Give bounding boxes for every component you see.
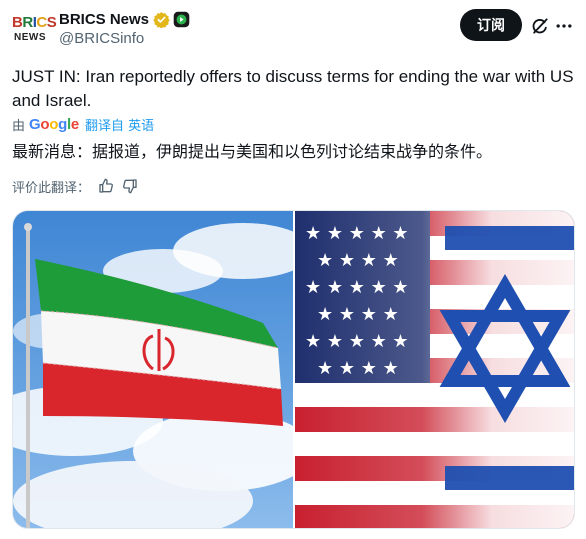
tweet-media[interactable]: ★ ★ ★ ★ ★ ★ ★ ★ ★ ★ ★ ★ ★ ★ ★ ★ ★ ★ ★ ★ …: [12, 210, 575, 529]
google-logo: Google: [29, 115, 79, 133]
author-name-row: BRICS News: [59, 9, 190, 29]
iran-flag-photo[interactable]: [13, 211, 293, 528]
us-israel-flag-photo[interactable]: ★ ★ ★ ★ ★ ★ ★ ★ ★ ★ ★ ★ ★ ★ ★ ★ ★ ★ ★ ★ …: [295, 211, 574, 528]
affiliate-badge-icon[interactable]: [173, 11, 190, 28]
rate-translation-row: 评价此翻译：: [12, 177, 138, 196]
tweet-header: BRICS NEWS BRICS News @BRICSinfo 订阅: [12, 9, 574, 53]
thumbs-up-icon[interactable]: [98, 178, 114, 194]
translation-attribution: 由 Google 翻译自 英语: [12, 115, 154, 134]
verified-badge-icon[interactable]: [153, 11, 170, 28]
translation-source-link[interactable]: 翻译自 英语: [85, 115, 154, 134]
translation-prefix: 由: [12, 118, 26, 134]
more-icon[interactable]: [554, 16, 574, 36]
subscribe-button[interactable]: 订阅: [460, 9, 522, 41]
rate-translation-label: 评价此翻译：: [12, 180, 91, 196]
translated-text: 最新消息：据报道，伊朗提出与美国和以色列讨论结束战争的条件。: [12, 142, 493, 161]
author-handle[interactable]: @BRICSinfo: [59, 30, 144, 47]
avatar-logo-bottom: NEWS: [14, 32, 46, 43]
grok-icon[interactable]: [530, 16, 550, 36]
author-display-name[interactable]: BRICS News: [59, 11, 149, 28]
avatar[interactable]: BRICS NEWS: [12, 15, 57, 49]
avatar-logo-top: BRICS: [12, 14, 57, 31]
tweet-text: JUST IN: Iran reportedly offers to discu…: [12, 67, 574, 110]
thumbs-down-icon[interactable]: [122, 178, 138, 194]
